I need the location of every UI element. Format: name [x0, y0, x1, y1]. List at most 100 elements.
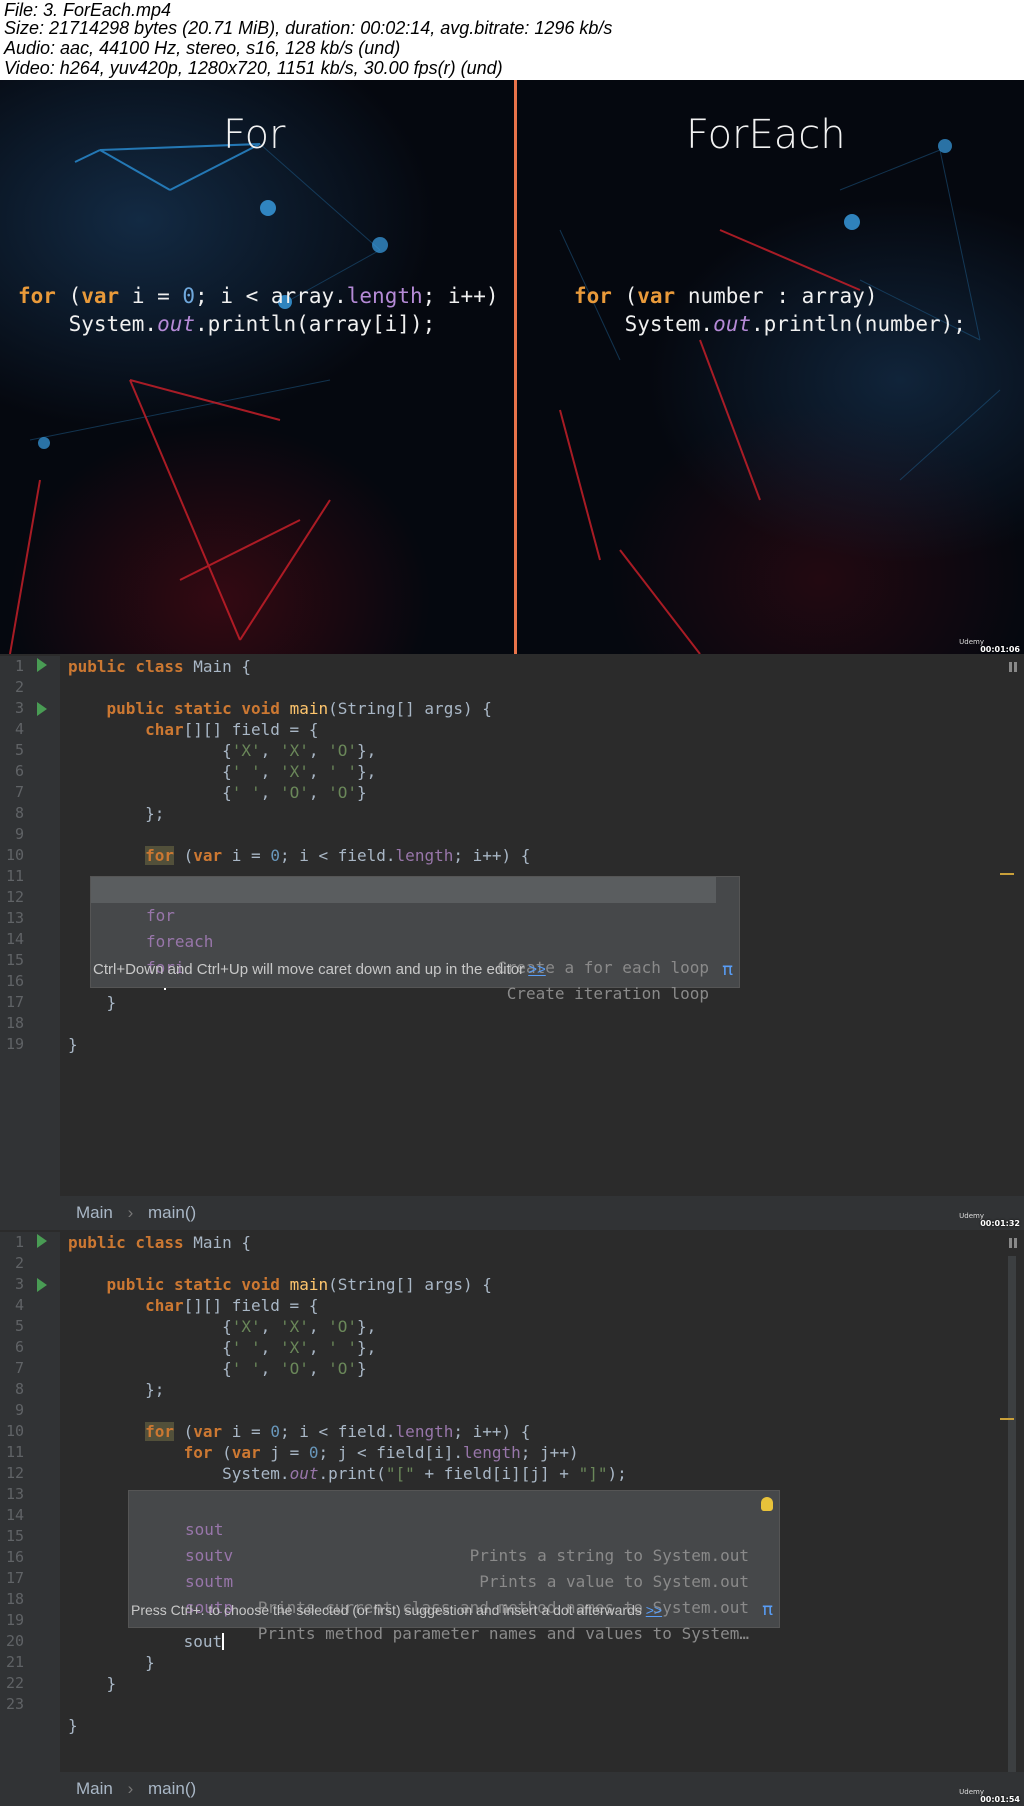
- line-number: 16: [5, 972, 24, 990]
- code-line-3: public static void main(String[] args) {: [106, 1275, 492, 1294]
- line-number: 8: [14, 1380, 24, 1398]
- completion-tip: Ctrl+Down and Ctrl+Up will move caret do…: [93, 959, 739, 981]
- line-number: 5: [14, 1317, 24, 1335]
- line-number: 4: [14, 720, 24, 738]
- code-line-5: {'X', 'X', 'O'},: [68, 741, 377, 760]
- tip-text: Ctrl+Down and Ctrl+Up will move caret do…: [93, 961, 525, 978]
- line-number: 8: [14, 804, 24, 822]
- pi-icon[interactable]: π: [762, 1599, 773, 1620]
- line-number: 12: [5, 1464, 24, 1482]
- line-number: 11: [5, 1443, 24, 1461]
- line-number: 6: [14, 762, 24, 780]
- video-info-header: File: 3. ForEach.mp4 Size: 21714298 byte…: [0, 0, 1024, 80]
- completion-item-soutv[interactable]: soutv Prints a value to System.out: [129, 1517, 779, 1591]
- completion-tip: Press Ctrl+. to choose the selected (or …: [131, 1599, 779, 1621]
- pause-icon: [1008, 1238, 1018, 1248]
- run-class-icon[interactable]: [37, 1234, 47, 1248]
- slide-frame: For ForEach for (var i = 0; i < array.le…: [0, 80, 1024, 654]
- size-line: Size: 21714298 bytes (20.71 MiB), durati…: [4, 18, 613, 38]
- for-title: For: [223, 112, 286, 158]
- timestamp: 00:01:06: [980, 645, 1020, 654]
- line-number: 19: [5, 1611, 24, 1629]
- line-number: 5: [14, 741, 24, 759]
- timestamp: 00:01:32: [980, 1219, 1020, 1228]
- tip-text: Press Ctrl+. to choose the selected (or …: [131, 1602, 642, 1618]
- line-number: 15: [5, 951, 24, 969]
- foreach-title: ForEach: [686, 112, 846, 158]
- breadcrumb-class[interactable]: Main: [76, 1779, 113, 1798]
- completion-item-sout[interactable]: sout Prints a string to System.out: [129, 1491, 779, 1565]
- run-main-icon[interactable]: [37, 702, 47, 716]
- code-line-12: System.out.print("[" + field[i][j] + "]"…: [68, 1464, 627, 1483]
- lightbulb-icon[interactable]: [761, 1497, 773, 1511]
- audio-line: Audio: aac, 44100 Hz, stereo, s16, 128 k…: [4, 38, 401, 58]
- code-line-10: for (var i = 0; i < field.length; i++) {: [145, 1422, 531, 1441]
- code-line-10: for (var i = 0; i < field.length; i++) {: [145, 846, 531, 865]
- line-number: 17: [5, 993, 24, 1011]
- tip-more-link[interactable]: >>: [646, 1602, 662, 1618]
- line-number: 9: [14, 1401, 24, 1419]
- line-number: 13: [5, 909, 24, 927]
- line-number: 7: [14, 1359, 24, 1377]
- code-line-23: }: [68, 1716, 78, 1735]
- breadcrumb-method[interactable]: main(): [148, 1779, 196, 1798]
- line-number: 21: [5, 1653, 24, 1671]
- line-number: 10: [5, 1422, 24, 1440]
- line-number: 20: [5, 1632, 24, 1650]
- code-line-1: public class Main {: [68, 1233, 252, 1252]
- scroll-marker: [1000, 873, 1014, 875]
- code-line-6: {' ', 'X', ' '},: [68, 1338, 377, 1357]
- line-number: 2: [14, 1254, 24, 1272]
- line-number: 4: [14, 1296, 24, 1314]
- code-line-4: char[][] field = {: [145, 1296, 319, 1315]
- network-background: [9, 139, 1001, 654]
- tip-more-link[interactable]: >>: [528, 961, 546, 978]
- pause-icon: [1008, 662, 1018, 672]
- divider: [514, 80, 517, 654]
- breadcrumb-class[interactable]: Main: [76, 1203, 113, 1222]
- line-number: 9: [14, 825, 24, 843]
- completion-item-fori[interactable]: fori Create iteration loop: [91, 929, 739, 1003]
- code-line-8: };: [68, 1380, 165, 1399]
- caret: [222, 1633, 225, 1650]
- scroll-marker: [1000, 1418, 1014, 1420]
- code-line-19: }: [68, 1035, 78, 1054]
- completion-popup: for foreach Create a for each loop fori …: [90, 876, 740, 1003]
- line-number: 15: [5, 1527, 24, 1545]
- run-main-icon[interactable]: [37, 1278, 47, 1292]
- line-number: 3: [14, 1275, 24, 1293]
- line-number: 12: [5, 888, 24, 906]
- code-line-5: {'X', 'X', 'O'},: [68, 1317, 377, 1336]
- line-number: 2: [14, 678, 24, 696]
- code-line-3: public static void main(String[] args) {: [106, 699, 492, 718]
- line-number: 7: [14, 783, 24, 801]
- completion-desc: Create iteration loop: [506, 984, 709, 1003]
- code-line-11: for (var j = 0; j < field[i].length; j++…: [183, 1443, 579, 1462]
- code-line-8: };: [68, 804, 165, 823]
- timestamp: 00:01:54: [980, 1795, 1020, 1804]
- code-line-7: {' ', 'O', 'O'}: [68, 783, 367, 802]
- completion-item-soutp[interactable]: soutp Prints method parameter names and …: [129, 1569, 779, 1643]
- file-line: File: 3. ForEach.mp4: [4, 0, 172, 20]
- code-line-6: {' ', 'X', ' '},: [68, 762, 377, 781]
- breadcrumb-method[interactable]: main(): [148, 1203, 196, 1222]
- completion-item-foreach[interactable]: foreach Create a for each loop: [91, 903, 739, 977]
- line-number: 1: [14, 1233, 24, 1251]
- code-line-4: char[][] field = {: [145, 720, 319, 739]
- code-line-21: }: [68, 1674, 117, 1693]
- foreach-code: for (var number : array) System.out.prin…: [574, 284, 966, 336]
- completion-item-soutm[interactable]: soutm Prints current class and method na…: [129, 1543, 779, 1617]
- run-class-icon[interactable]: [37, 658, 47, 672]
- pi-icon[interactable]: π: [722, 959, 733, 980]
- line-number: 22: [5, 1674, 24, 1692]
- line-number: 17: [5, 1569, 24, 1587]
- code-line-7: {' ', 'O', 'O'}: [68, 1359, 367, 1378]
- for-code: for (var i = 0; i < array.length; i++) S…: [18, 284, 499, 336]
- breadcrumb-separator-icon: ›: [127, 1203, 134, 1222]
- line-number: 14: [5, 1506, 24, 1524]
- scrollbar[interactable]: [1008, 1256, 1016, 1776]
- completion-item-for[interactable]: for: [91, 877, 716, 925]
- line-number: 10: [5, 846, 24, 864]
- line-number: 3: [14, 699, 24, 717]
- line-number: 19: [5, 1035, 24, 1053]
